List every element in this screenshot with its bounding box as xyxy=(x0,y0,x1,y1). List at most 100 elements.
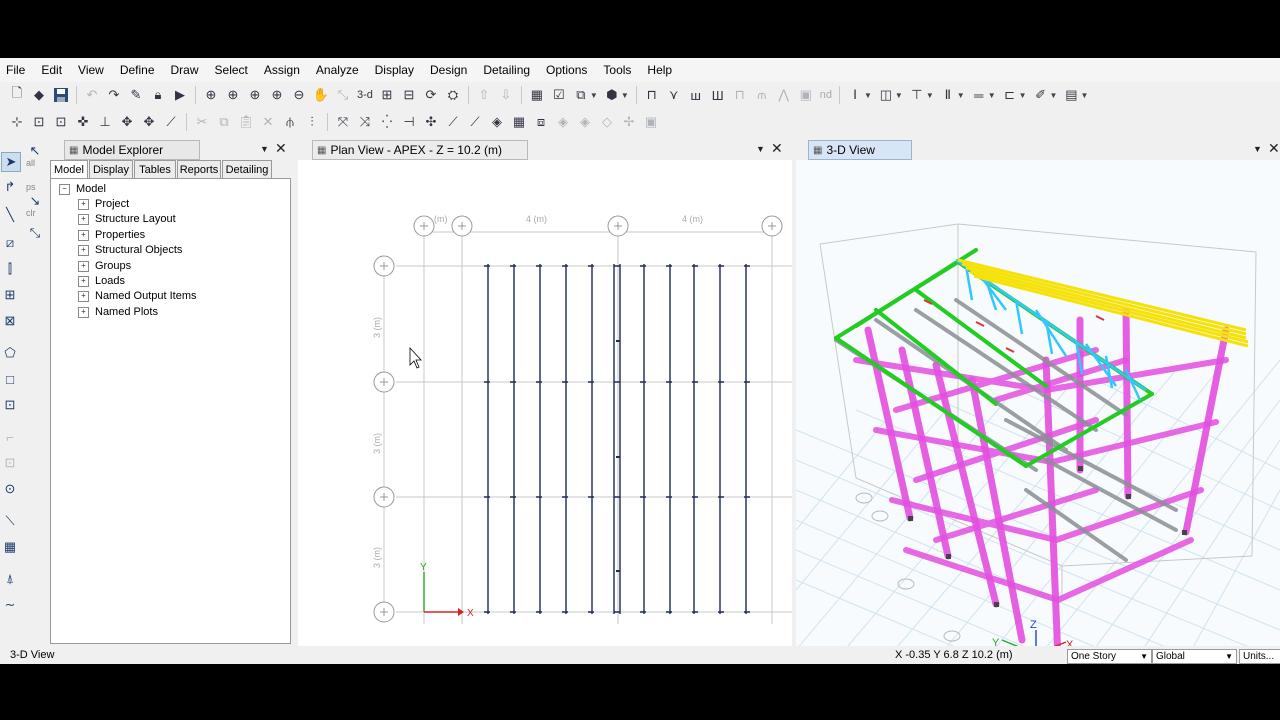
extrude-view-icon[interactable]: ⬢ xyxy=(603,86,621,104)
expand-icon[interactable]: + xyxy=(78,244,89,256)
menu-detailing[interactable]: Detailing xyxy=(475,58,538,82)
draw-line-icon[interactable]: ╲ xyxy=(1,206,19,224)
zoom-full-icon[interactable]: ⊕ xyxy=(246,86,264,104)
plan-view-canvas[interactable]: (m) 4 (m) 4 (m) 3 (m) 3 (m) 3 (m) Y X xyxy=(298,160,792,646)
draw-dimension-icon[interactable]: ⟍ xyxy=(1,512,19,530)
draw-column-left-icon[interactable]: ⫿ xyxy=(1,260,19,278)
draw-tendon-icon[interactable]: ∼ xyxy=(1,596,19,614)
close-icon[interactable]: ✕ xyxy=(771,140,783,157)
snap-lines-icon[interactable]: ✥ xyxy=(118,113,136,131)
divide-frames-icon[interactable]: ⤧ xyxy=(334,113,352,131)
tree-item-structure-layout[interactable]: + Structure Layout xyxy=(78,213,176,225)
draw-intersect-icon[interactable]: ⤡ xyxy=(26,224,44,242)
expand-icon[interactable]: + xyxy=(78,275,89,287)
units-button[interactable]: Units... xyxy=(1239,649,1280,664)
tree-item-named-plots[interactable]: + Named Plots xyxy=(78,306,158,318)
move-down-icon[interactable]: ⇩ xyxy=(497,86,515,104)
expand-icon[interactable]: + xyxy=(78,306,89,318)
reports-icon[interactable]: ▤ xyxy=(1062,86,1080,104)
object-shrink-icon[interactable]: ⧉ xyxy=(572,86,590,104)
menu-define[interactable]: Define xyxy=(112,58,163,82)
expand-icon[interactable]: + xyxy=(78,198,89,210)
mesh-areas-icon[interactable]: ◈ xyxy=(488,113,506,131)
tab-tables[interactable]: Tables xyxy=(134,160,176,180)
area-edit-icon[interactable]: ▦ xyxy=(510,113,528,131)
chevron-down-icon[interactable]: ▼ xyxy=(260,144,269,154)
snap-point-icon[interactable]: ⊹ xyxy=(8,113,26,131)
tree-item-properties[interactable]: + Properties xyxy=(78,229,145,241)
model-explorer-tab[interactable]: ▦ Model Explorer xyxy=(64,140,200,160)
pencil-icon[interactable]: ✎ xyxy=(127,86,145,104)
chamfer-icon[interactable]: ◇ xyxy=(598,113,616,131)
set-display-options-icon[interactable]: ☑ xyxy=(550,86,568,104)
show-undeformed-icon[interactable]: ▦ xyxy=(528,86,546,104)
draw-columns-icon[interactable]: Ш xyxy=(709,86,727,104)
join-areas-icon[interactable]: ✢ xyxy=(620,113,638,131)
tab-detailing[interactable]: Detailing xyxy=(222,160,272,180)
draw-cross-brace-icon[interactable]: ⊠ xyxy=(1,312,19,330)
snap-ends-icon[interactable]: ⊡ xyxy=(30,113,48,131)
chevron-down-icon[interactable]: ▼ xyxy=(864,91,872,100)
snap-fine-grid-icon[interactable]: ✥ xyxy=(140,113,158,131)
menu-file[interactable]: File xyxy=(0,58,33,82)
snap-perpendicular-icon[interactable]: ⊥ xyxy=(96,113,114,131)
save-icon[interactable] xyxy=(52,86,70,104)
menu-assign[interactable]: Assign xyxy=(256,58,308,82)
area-to-frame-icon[interactable]: ▣ xyxy=(642,113,660,131)
draw-opening-icon[interactable]: ⊙ xyxy=(1,480,19,498)
menu-draw[interactable]: Draw xyxy=(163,58,207,82)
beam-icon[interactable]: ═ xyxy=(970,86,988,104)
draw-brace-left-icon[interactable]: ⧄ xyxy=(1,234,19,252)
tree-item-loads[interactable]: + Loads xyxy=(78,275,125,287)
replicate-icon[interactable]: ⫛ xyxy=(281,113,299,131)
chevron-down-icon[interactable]: ▼ xyxy=(1253,144,1262,154)
story-selector[interactable]: One Story ▼ xyxy=(1067,649,1152,664)
menu-tools[interactable]: Tools xyxy=(595,58,639,82)
open-model-icon[interactable]: ◆ xyxy=(30,86,48,104)
section-i-icon[interactable]: Ⅰ xyxy=(846,86,864,104)
draw-grid-icon[interactable]: ▦ xyxy=(1,538,19,556)
tab-model[interactable]: Model xyxy=(50,160,88,180)
new-model-icon[interactable]: 🗋 xyxy=(8,85,26,104)
tree-item-groups[interactable]: + Groups xyxy=(78,260,131,272)
assign-icon[interactable]: ✐ xyxy=(1032,86,1050,104)
extend-frames-icon[interactable]: ⊣ xyxy=(400,113,418,131)
close-icon[interactable]: ✕ xyxy=(275,140,287,157)
zoom-out-icon[interactable]: ⊖ xyxy=(290,86,308,104)
3d-view-tab[interactable]: ▦ 3-D View xyxy=(808,140,912,160)
draw-rect-area-icon[interactable]: □ xyxy=(1,370,19,388)
tree-item-structural-objects[interactable]: + Structural Objects xyxy=(78,244,182,256)
rotate-view-icon[interactable]: ⟳ xyxy=(422,86,440,104)
undo-icon[interactable]: ↶ xyxy=(83,86,101,104)
chevron-down-icon[interactable]: ▼ xyxy=(1050,91,1058,100)
draw-frame-icon[interactable]: ⊓ xyxy=(643,86,661,104)
close-icon[interactable]: ✕ xyxy=(1268,140,1280,157)
draw-secondary-beams-icon[interactable]: ⊓ xyxy=(731,86,749,104)
select-icon[interactable]: ↖ xyxy=(26,142,44,160)
snap-mid-icon[interactable]: ⊡ xyxy=(52,113,70,131)
chevron-down-icon[interactable]: ▼ xyxy=(926,91,934,100)
quick-draw-area-icon[interactable]: ⊡ xyxy=(1,396,19,414)
draw-beam-left-icon[interactable]: ⊞ xyxy=(1,286,19,304)
merge-areas-icon[interactable]: ◈ xyxy=(554,113,572,131)
3d-view-canvas[interactable]: Z X Y xyxy=(796,160,1280,646)
pointer-icon[interactable]: ➤ xyxy=(1,152,21,172)
menu-options[interactable]: Options xyxy=(538,58,595,82)
expand-areas-icon[interactable]: ◈ xyxy=(576,113,594,131)
menu-view[interactable]: View xyxy=(70,58,112,82)
menu-analyze[interactable]: Analyze xyxy=(308,58,367,82)
tab-display[interactable]: Display xyxy=(89,160,133,180)
expand-icon[interactable]: + xyxy=(78,260,89,272)
coordinate-system-selector[interactable]: Global ▼ xyxy=(1152,649,1237,664)
cut-icon[interactable]: ✂ xyxy=(193,113,211,131)
chevron-down-icon[interactable]: ▼ xyxy=(957,91,965,100)
perspective-icon[interactable]: ⛭ xyxy=(444,86,462,104)
delete-icon[interactable]: ✕ xyxy=(259,113,277,131)
menu-help[interactable]: Help xyxy=(639,58,680,82)
chevron-down-icon[interactable]: ▼ xyxy=(895,91,903,100)
join-frames-icon[interactable]: ⤨ xyxy=(356,113,374,131)
copy-icon[interactable]: ⧉ xyxy=(215,113,233,131)
edit-icon[interactable]: ⊏ xyxy=(1001,86,1019,104)
chevron-down-icon[interactable]: ▼ xyxy=(756,144,765,154)
draw-walls-icon[interactable]: ⫙ xyxy=(753,86,771,104)
